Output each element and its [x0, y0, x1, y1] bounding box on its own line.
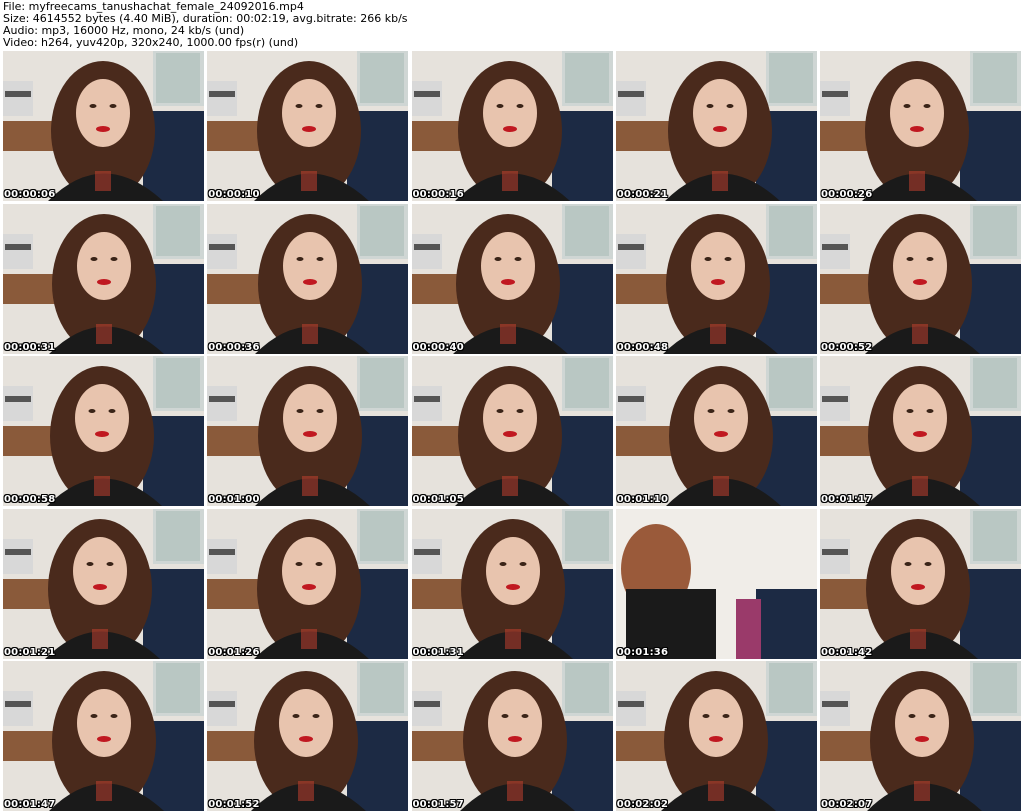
thumbnail-timestamp: 00:01:31: [412, 646, 464, 658]
thumbnail-timestamp: 00:01:36: [616, 646, 669, 658]
video-frame-image: [820, 203, 1021, 354]
video-frame-image: [411, 356, 613, 506]
thumbnail-timestamp: 00:02:02: [616, 799, 669, 810]
video-frame-image: [207, 203, 409, 354]
video-thumbnail: 00:01:31: [411, 508, 613, 659]
video-thumbnail: 00:01:10: [615, 356, 817, 506]
video-frame-image: [615, 203, 817, 354]
thumbnail-timestamp: 00:00:21: [616, 189, 669, 200]
thumbnail-timestamp: 00:00:31: [4, 341, 56, 353]
thumbnail-timestamp: 00:01:42: [821, 646, 873, 658]
thumbnail-timestamp: 00:01:47: [4, 799, 56, 810]
thumbnail-timestamp: 00:01:52: [208, 799, 260, 810]
video-frame-image: [207, 51, 409, 201]
video-thumbnail: 00:01:36: [615, 508, 817, 659]
video-frame-image: [3, 51, 204, 201]
file-info-header: File: myfreecams_tanushachat_female_2409…: [3, 1, 408, 49]
thumbnail-timestamp: 00:00:26: [821, 189, 873, 200]
video-thumbnail: 00:01:52: [207, 661, 409, 811]
video-frame-image: [3, 661, 204, 811]
video-frame-image: [411, 661, 613, 811]
thumbnail-timestamp: 00:02:07: [821, 799, 873, 810]
thumbnail-timestamp: 00:00:52: [821, 341, 873, 353]
video-frame-image: [615, 356, 817, 506]
video-thumbnail: 00:01:47: [3, 661, 204, 811]
video-thumbnail: 00:02:07: [820, 661, 1021, 811]
thumbnail-timestamp: 00:01:17: [821, 494, 873, 505]
video-thumbnail: 00:00:36: [207, 203, 409, 354]
thumbnail-timestamp: 00:01:00: [208, 494, 260, 505]
video-frame-image: [207, 661, 409, 811]
video-frame-image: [820, 356, 1021, 506]
video-thumbnail: 00:01:05: [411, 356, 613, 506]
video-thumbnail: 00:00:26: [820, 51, 1021, 201]
video-thumbnail: 00:00:06: [3, 51, 204, 201]
video-frame-image: [207, 508, 409, 659]
video-thumbnail: 00:00:31: [3, 203, 204, 354]
video-frame-image: [3, 203, 204, 354]
video-thumbnail: 00:02:02: [615, 661, 817, 811]
video-frame-image: [615, 508, 817, 659]
video-frame-image: [3, 508, 204, 659]
thumbnail-timestamp: 00:01:21: [4, 646, 56, 658]
video-frame-image: [207, 356, 409, 506]
video-frame-image: [615, 51, 817, 201]
video-thumbnail: 00:01:17: [820, 356, 1021, 506]
thumbnail-timestamp: 00:00:58: [4, 494, 56, 505]
video-thumbnail: 00:01:42: [820, 508, 1021, 659]
video-frame-image: [411, 508, 613, 659]
thumbnail-timestamp: 00:00:06: [4, 189, 56, 200]
video-frame-image: [820, 51, 1021, 201]
thumbnail-timestamp: 00:01:26: [208, 646, 260, 658]
video-thumbnail: 00:00:10: [207, 51, 409, 201]
video-thumbnail: 00:00:16: [411, 51, 613, 201]
video-thumbnail: 00:00:52: [820, 203, 1021, 354]
thumbnail-timestamp: 00:00:10: [208, 189, 260, 200]
video-thumbnail: 00:00:58: [3, 356, 204, 506]
video-thumbnail: 00:01:21: [3, 508, 204, 659]
thumbnail-timestamp: 00:00:36: [208, 341, 260, 353]
thumbnail-timestamp: 00:00:40: [412, 341, 464, 353]
video-frame-image: [411, 203, 613, 354]
video-frame-image: [820, 508, 1021, 659]
video-frame-image: [411, 51, 613, 201]
video-thumbnail: 00:00:40: [411, 203, 613, 354]
thumbnail-grid: 00:00:06 00:00:10 00:00:16 00:00:21 00:00:26…: [3, 51, 1021, 811]
video-thumbnail: 00:00:48: [615, 203, 817, 354]
thumbnail-timestamp: 00:01:57: [412, 799, 464, 810]
video-frame-image: [820, 661, 1021, 811]
video-thumbnail: 00:00:21: [615, 51, 817, 201]
thumbnail-timestamp: 00:00:48: [616, 341, 669, 353]
video-thumbnail: 00:01:00: [207, 356, 409, 506]
video-thumbnail: 00:01:26: [207, 508, 409, 659]
video-info-line: Video: h264, yuv420p, 320x240, 1000.00 f…: [3, 36, 299, 49]
thumbnail-timestamp: 00:01:05: [412, 494, 464, 505]
thumbnail-timestamp: 00:01:10: [616, 494, 669, 505]
video-frame-image: [615, 661, 817, 811]
thumbnail-timestamp: 00:00:16: [412, 189, 464, 200]
video-thumbnail: 00:01:57: [411, 661, 613, 811]
video-frame-image: [3, 356, 204, 506]
